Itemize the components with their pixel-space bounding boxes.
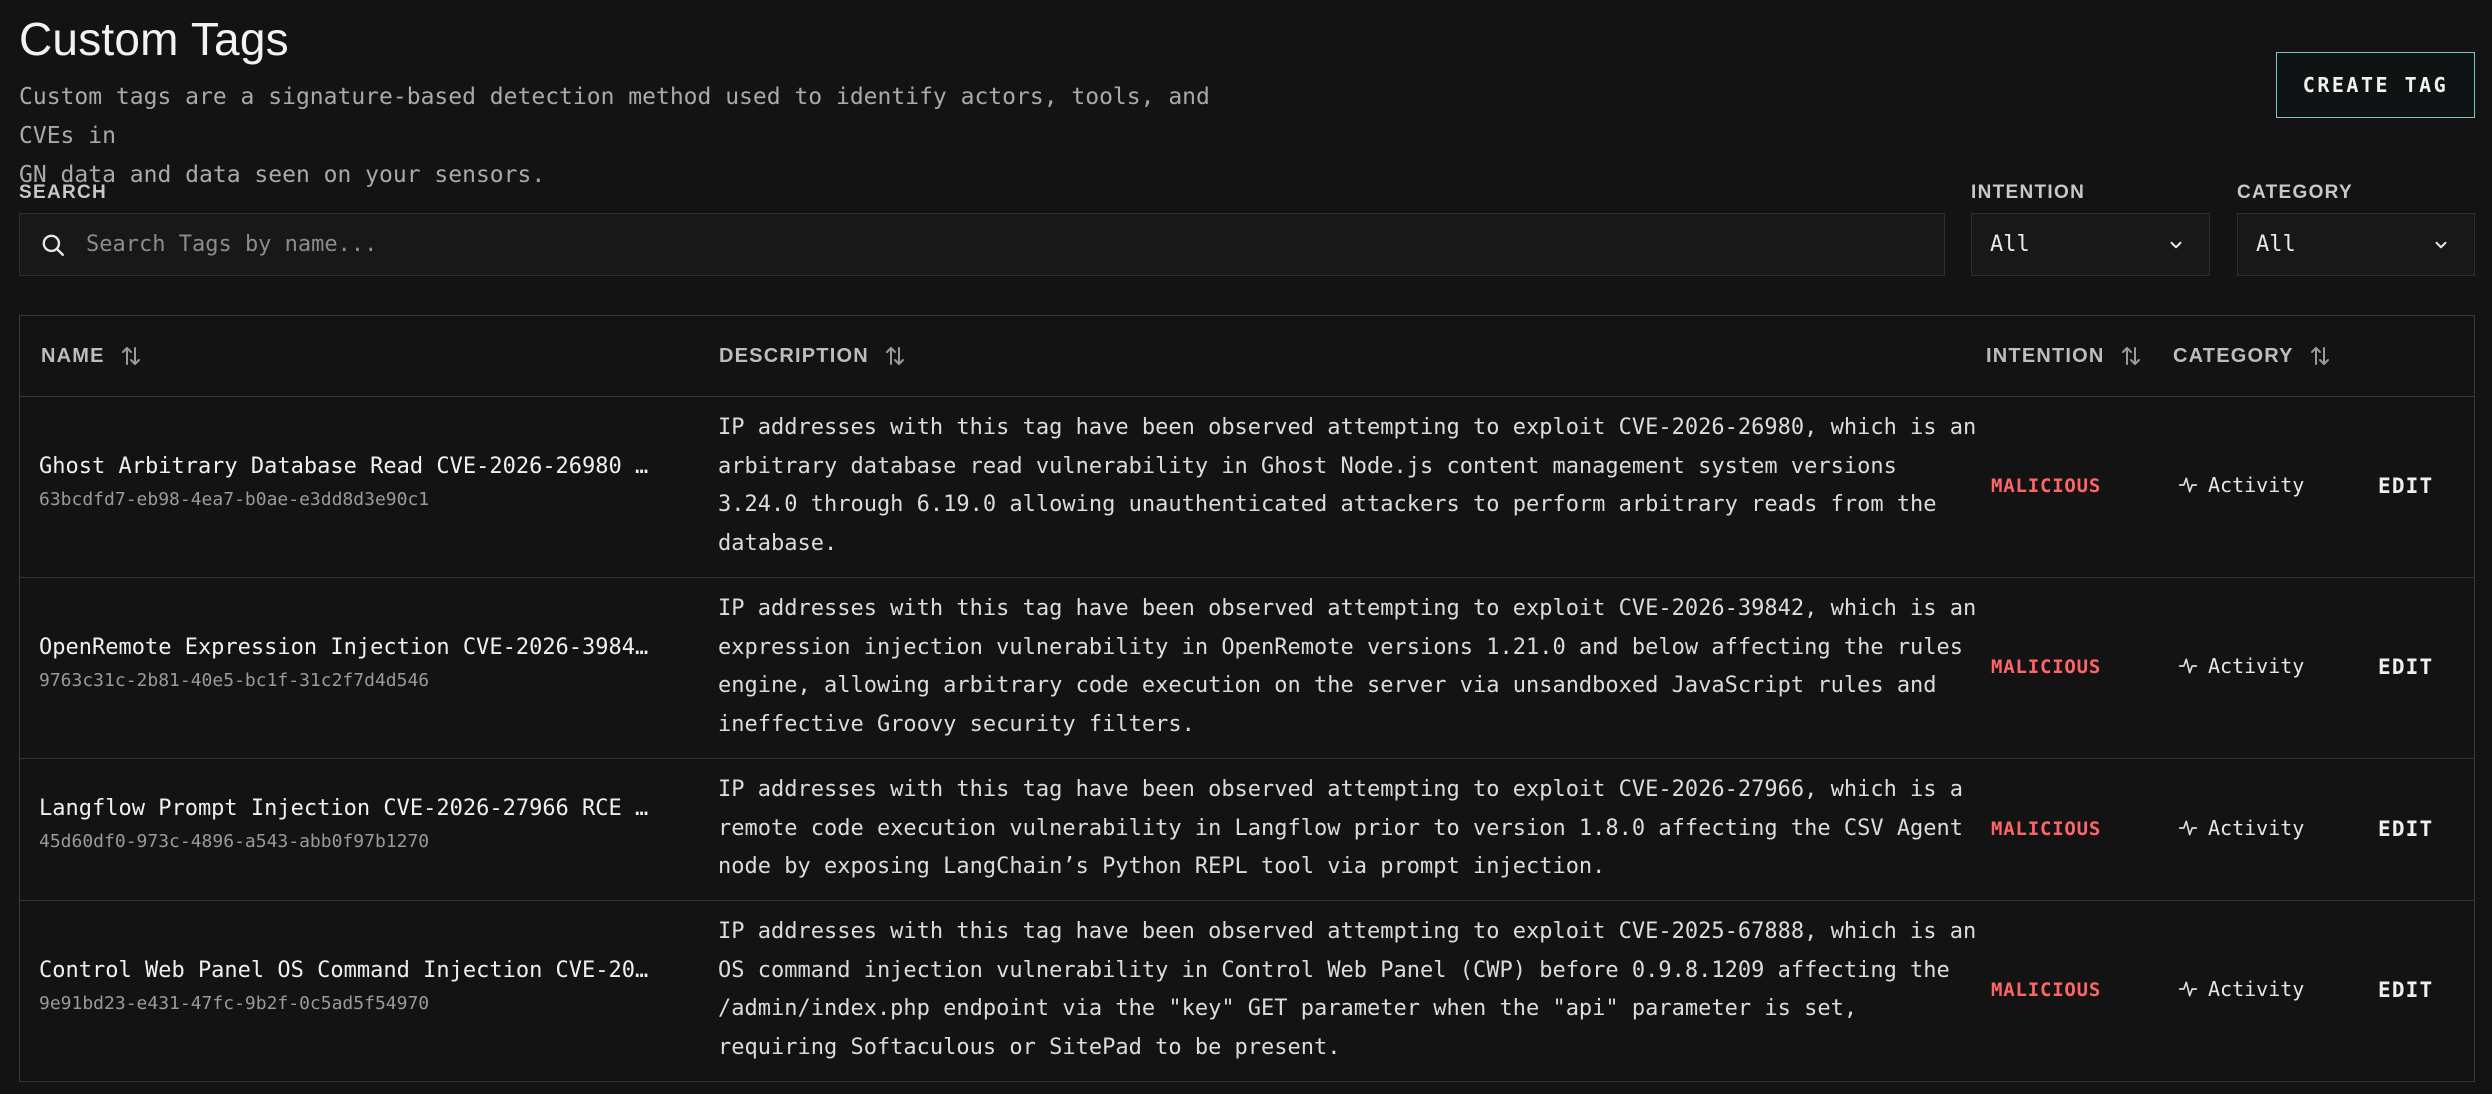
category-cell: Activity	[2178, 816, 2304, 840]
page-description: Custom tags are a signature-based detect…	[19, 78, 1259, 195]
category-label: Activity	[2208, 654, 2305, 678]
tags-table: NAME DESCRIPTION INTENTION CATEGORY Ghos…	[19, 315, 2475, 1082]
column-header-description[interactable]: DESCRIPTION	[719, 316, 907, 396]
tag-description-line: engine, allowing arbitrary code executio…	[718, 673, 1937, 698]
tag-description-line: IP addresses with this tag have been obs…	[718, 596, 1977, 621]
column-header-category-label: CATEGORY	[2173, 344, 2294, 367]
intention-badge: MALICIOUS	[1991, 475, 2102, 497]
tag-name[interactable]: OpenRemote Expression Injection CVE-2026…	[39, 635, 648, 660]
chevron-down-icon	[2435, 241, 2447, 248]
tag-name[interactable]: Langflow Prompt Injection CVE-2026-27966…	[39, 796, 648, 821]
tag-id: 63bcdfd7-eb98-4ea7-b0ae-e3dd8d3e90c1	[39, 489, 430, 510]
category-select[interactable]: All	[2237, 213, 2475, 276]
table-row[interactable]: Langflow Prompt Injection CVE-2026-27966…	[20, 759, 2474, 901]
tag-name[interactable]: Control Web Panel OS Command Injection C…	[39, 958, 648, 983]
search-input[interactable]	[84, 231, 1944, 258]
sort-icon[interactable]	[883, 344, 907, 368]
tag-description-line: node by exposing LangChain’s Python REPL…	[718, 854, 1606, 879]
tag-description-line: IP addresses with this tag have been obs…	[718, 777, 1964, 802]
tag-description-line: ineffective Groovy security filters.	[718, 711, 1195, 737]
activity-icon	[2178, 820, 2198, 836]
column-header-intention-label: INTENTION	[1986, 344, 2105, 367]
page-title: Custom Tags	[19, 13, 289, 65]
intention-select[interactable]: All	[1971, 213, 2210, 276]
tag-description-line: OS command injection vulnerability in Co…	[718, 957, 1950, 983]
edit-button[interactable]: EDIT	[2378, 817, 2433, 841]
tag-name[interactable]: Ghost Arbitrary Database Read CVE-2026-2…	[39, 454, 648, 479]
tag-description: IP addresses with this tag have been obs…	[718, 913, 1978, 1067]
intention-badge: MALICIOUS	[1991, 656, 2102, 678]
table-row[interactable]: Ghost Arbitrary Database Read CVE-2026-2…	[20, 397, 2474, 578]
tag-name-cell: Ghost Arbitrary Database Read CVE-2026-2…	[39, 454, 648, 510]
tag-description-line: requiring Softaculous or SitePad to be p…	[718, 1034, 1341, 1060]
tag-description: IP addresses with this tag have been obs…	[718, 409, 1978, 563]
tag-description-line: expression injection vulnerability in Op…	[718, 634, 1964, 660]
category-label: Activity	[2208, 977, 2305, 1001]
search-icon	[42, 234, 64, 256]
tag-id: 45d60df0-973c-4896-a543-abb0f97b1270	[39, 831, 430, 852]
tag-name-cell: Langflow Prompt Injection CVE-2026-27966…	[39, 796, 648, 852]
category-select-value: All	[2256, 232, 2296, 257]
category-filter-label: CATEGORY	[2237, 182, 2353, 203]
intention-select-value: All	[1990, 232, 2030, 257]
category-cell: Activity	[2178, 473, 2304, 497]
sort-icon[interactable]	[2119, 344, 2143, 368]
intention-badge: MALICIOUS	[1991, 979, 2102, 1001]
table-row[interactable]: Control Web Panel OS Command Injection C…	[20, 901, 2474, 1082]
tag-id: 9763c31c-2b81-40e5-bc1f-31c2f7d4d546	[39, 670, 430, 691]
activity-icon	[2178, 658, 2198, 674]
intention-filter-label: INTENTION	[1971, 182, 2086, 203]
search-field[interactable]	[19, 213, 1945, 276]
edit-button[interactable]: EDIT	[2378, 474, 2433, 498]
tag-description-line: IP addresses with this tag have been obs…	[718, 919, 1977, 944]
edit-button[interactable]: EDIT	[2378, 655, 2433, 679]
tag-id: 9e91bd23-e431-47fc-9b2f-0c5ad5f54970	[39, 993, 430, 1014]
category-cell: Activity	[2178, 654, 2304, 678]
sort-icon[interactable]	[2308, 344, 2332, 368]
category-label: Activity	[2208, 816, 2305, 840]
column-header-name-label: NAME	[41, 344, 105, 367]
tag-description-line: arbitrary database read vulnerability in…	[718, 453, 1897, 479]
table-row[interactable]: OpenRemote Expression Injection CVE-2026…	[20, 578, 2474, 759]
category-cell: Activity	[2178, 977, 2304, 1001]
chevron-down-icon	[2170, 241, 2182, 248]
tag-description: IP addresses with this tag have been obs…	[718, 771, 1978, 887]
tag-description-line: 3.24.0 through 6.19.0 allowing unauthent…	[718, 492, 1937, 517]
table-header: NAME DESCRIPTION INTENTION CATEGORY	[20, 316, 2474, 397]
column-header-description-label: DESCRIPTION	[719, 344, 869, 367]
sort-icon[interactable]	[119, 344, 143, 368]
category-label: Activity	[2208, 473, 2305, 497]
tag-description-line: database.	[718, 530, 838, 556]
column-header-category[interactable]: CATEGORY	[2173, 316, 2332, 396]
tag-description-line: remote code execution vulnerability in L…	[718, 815, 1964, 841]
tag-name-cell: OpenRemote Expression Injection CVE-2026…	[39, 635, 648, 691]
edit-button[interactable]: EDIT	[2378, 978, 2433, 1002]
column-header-name[interactable]: NAME	[41, 316, 143, 396]
create-tag-button[interactable]: CREATE TAG	[2276, 52, 2475, 118]
activity-icon	[2178, 477, 2198, 493]
tag-description: IP addresses with this tag have been obs…	[718, 590, 1978, 744]
intention-badge: MALICIOUS	[1991, 818, 2102, 840]
tag-name-cell: Control Web Panel OS Command Injection C…	[39, 958, 648, 1014]
search-label: SEARCH	[19, 182, 108, 203]
page-description-line-1: Custom tags are a signature-based detect…	[19, 84, 1210, 149]
tag-description-line: /admin/index.php endpoint via the "key" …	[718, 996, 1858, 1021]
column-header-intention[interactable]: INTENTION	[1986, 316, 2143, 396]
activity-icon	[2178, 981, 2198, 997]
tag-description-line: IP addresses with this tag have been obs…	[718, 415, 1977, 440]
